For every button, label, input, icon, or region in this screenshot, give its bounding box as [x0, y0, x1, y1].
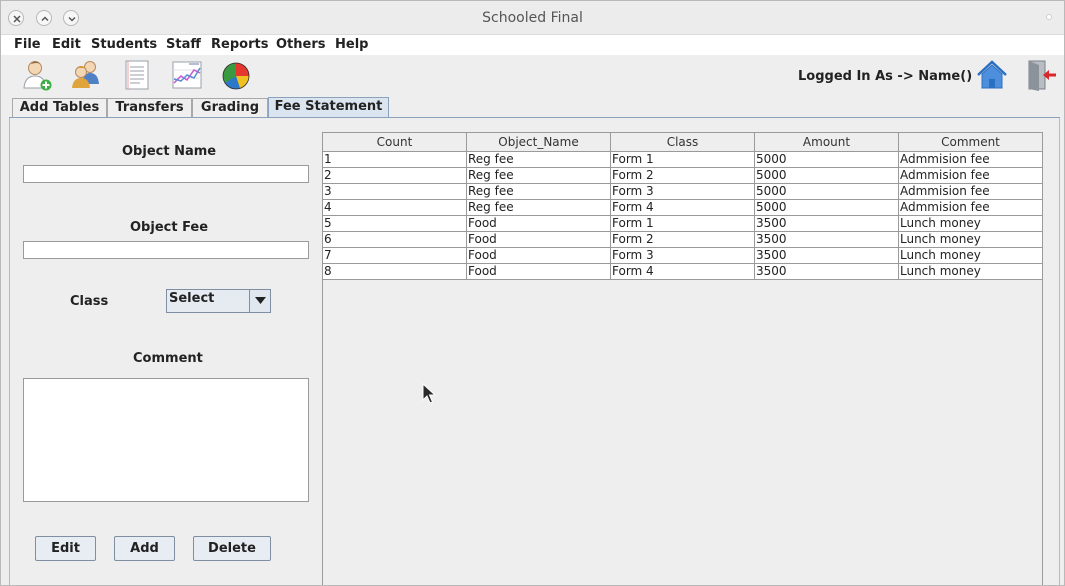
menu-staff[interactable]: Staff — [166, 37, 201, 52]
cell-amount[interactable]: 5000 — [755, 152, 899, 168]
add-student-icon[interactable] — [21, 58, 53, 92]
tab-transfers[interactable]: Transfers — [107, 98, 192, 118]
menu-file[interactable]: File — [14, 37, 41, 52]
object-fee-input[interactable] — [23, 241, 309, 259]
cell-class[interactable]: Form 2 — [611, 232, 755, 248]
cell-class[interactable]: Form 2 — [611, 168, 755, 184]
cell-class[interactable]: Form 4 — [611, 200, 755, 216]
chevron-down-icon[interactable] — [249, 290, 270, 312]
comment-label: Comment — [133, 351, 203, 366]
comment-textarea[interactable] — [23, 378, 309, 502]
tab-bar: Add Tables Transfers Grading Fee Stateme… — [1, 97, 1064, 118]
tab-fee-statement[interactable]: Fee Statement — [268, 97, 389, 118]
cell-amount[interactable]: 3500 — [755, 248, 899, 264]
users-icon[interactable] — [70, 58, 102, 92]
cell-count[interactable]: 8 — [323, 264, 467, 280]
cell-comment[interactable]: Admmision fee — [899, 152, 1043, 168]
column-header-amount[interactable]: Amount — [755, 133, 899, 152]
cell-comment[interactable]: Lunch money — [899, 248, 1043, 264]
cell-comment[interactable]: Admmision fee — [899, 184, 1043, 200]
app-window: Schooled Final File Edit Students Staff … — [0, 0, 1065, 586]
object-name-input[interactable] — [23, 165, 309, 183]
table-row[interactable]: 4 Reg fee Form 4 5000 Admmision fee — [323, 200, 1043, 216]
cell-comment[interactable]: Admmision fee — [899, 200, 1043, 216]
pie-chart-icon[interactable] — [220, 58, 252, 92]
cell-amount[interactable]: 5000 — [755, 200, 899, 216]
title-bar[interactable]: Schooled Final — [1, 1, 1064, 35]
cell-object-name[interactable]: Reg fee — [467, 152, 611, 168]
table-row[interactable]: 8 Food Form 4 3500 Lunch money — [323, 264, 1043, 280]
column-header-object-name[interactable]: Object_Name — [467, 133, 611, 152]
cell-object-name[interactable]: Reg fee — [467, 200, 611, 216]
class-select-value: Select — [169, 291, 215, 306]
menu-bar: File Edit Students Staff Reports Others … — [1, 35, 1064, 55]
fee-table[interactable]: Count Object_Name Class Amount Comment 1… — [322, 132, 1043, 585]
object-name-label: Object Name — [122, 144, 217, 159]
cell-class[interactable]: Form 3 — [611, 184, 755, 200]
tab-add-tables[interactable]: Add Tables — [12, 98, 107, 118]
cell-object-name[interactable]: Food — [467, 264, 611, 280]
logged-in-label: Logged In As -> Name() — [798, 69, 973, 84]
column-header-comment[interactable]: Comment — [899, 133, 1043, 152]
line-chart-icon[interactable] — [171, 58, 203, 92]
cell-amount[interactable]: 3500 — [755, 232, 899, 248]
cell-class[interactable]: Form 1 — [611, 152, 755, 168]
table-row[interactable]: 5 Food Form 1 3500 Lunch money — [323, 216, 1043, 232]
cell-class[interactable]: Form 4 — [611, 264, 755, 280]
menu-help[interactable]: Help — [335, 37, 368, 52]
cell-count[interactable]: 6 — [323, 232, 467, 248]
cell-count[interactable]: 5 — [323, 216, 467, 232]
table-header: Count Object_Name Class Amount Comment — [323, 133, 1043, 152]
table-row[interactable]: 6 Food Form 2 3500 Lunch money — [323, 232, 1043, 248]
window-title: Schooled Final — [482, 10, 583, 26]
home-icon[interactable] — [976, 58, 1008, 92]
table-row[interactable]: 3 Reg fee Form 3 5000 Admmision fee — [323, 184, 1043, 200]
cell-object-name[interactable]: Food — [467, 232, 611, 248]
table-row[interactable]: 7 Food Form 3 3500 Lunch money — [323, 248, 1043, 264]
cell-comment[interactable]: Lunch money — [899, 264, 1043, 280]
cell-object-name[interactable]: Reg fee — [467, 184, 611, 200]
cell-count[interactable]: 4 — [323, 200, 467, 216]
window-menu-dot-icon[interactable] — [1046, 14, 1052, 20]
cell-comment[interactable]: Admmision fee — [899, 168, 1043, 184]
class-label: Class — [70, 294, 109, 309]
tab-grading[interactable]: Grading — [192, 98, 268, 118]
add-button[interactable]: Add — [114, 536, 175, 561]
menu-reports[interactable]: Reports — [211, 37, 268, 52]
cell-object-name[interactable]: Food — [467, 248, 611, 264]
cell-object-name[interactable]: Reg fee — [467, 168, 611, 184]
cell-class[interactable]: Form 3 — [611, 248, 755, 264]
table-row[interactable]: 1 Reg fee Form 1 5000 Admmision fee — [323, 152, 1043, 168]
class-select[interactable]: Select — [166, 289, 271, 313]
menu-students[interactable]: Students — [91, 37, 157, 52]
delete-button[interactable]: Delete — [193, 536, 271, 561]
cell-count[interactable]: 2 — [323, 168, 467, 184]
column-header-count[interactable]: Count — [323, 133, 467, 152]
menu-edit[interactable]: Edit — [52, 37, 81, 52]
cell-object-name[interactable]: Food — [467, 216, 611, 232]
cell-count[interactable]: 3 — [323, 184, 467, 200]
cell-comment[interactable]: Lunch money — [899, 216, 1043, 232]
object-fee-label: Object Fee — [130, 220, 209, 235]
cell-amount[interactable]: 3500 — [755, 216, 899, 232]
column-header-class[interactable]: Class — [611, 133, 755, 152]
mouse-cursor-icon — [422, 382, 437, 409]
cell-count[interactable]: 1 — [323, 152, 467, 168]
menu-others[interactable]: Others — [276, 37, 326, 52]
notes-icon[interactable] — [122, 58, 154, 92]
logout-icon[interactable] — [1026, 58, 1058, 92]
cell-class[interactable]: Form 1 — [611, 216, 755, 232]
cell-amount[interactable]: 5000 — [755, 168, 899, 184]
edit-button[interactable]: Edit — [35, 536, 96, 561]
cell-amount[interactable]: 5000 — [755, 184, 899, 200]
toolbar: Logged In As -> Name() — [1, 55, 1064, 97]
table-row[interactable]: 2 Reg fee Form 2 5000 Admmision fee — [323, 168, 1043, 184]
cell-comment[interactable]: Lunch money — [899, 232, 1043, 248]
cell-amount[interactable]: 3500 — [755, 264, 899, 280]
cell-count[interactable]: 7 — [323, 248, 467, 264]
